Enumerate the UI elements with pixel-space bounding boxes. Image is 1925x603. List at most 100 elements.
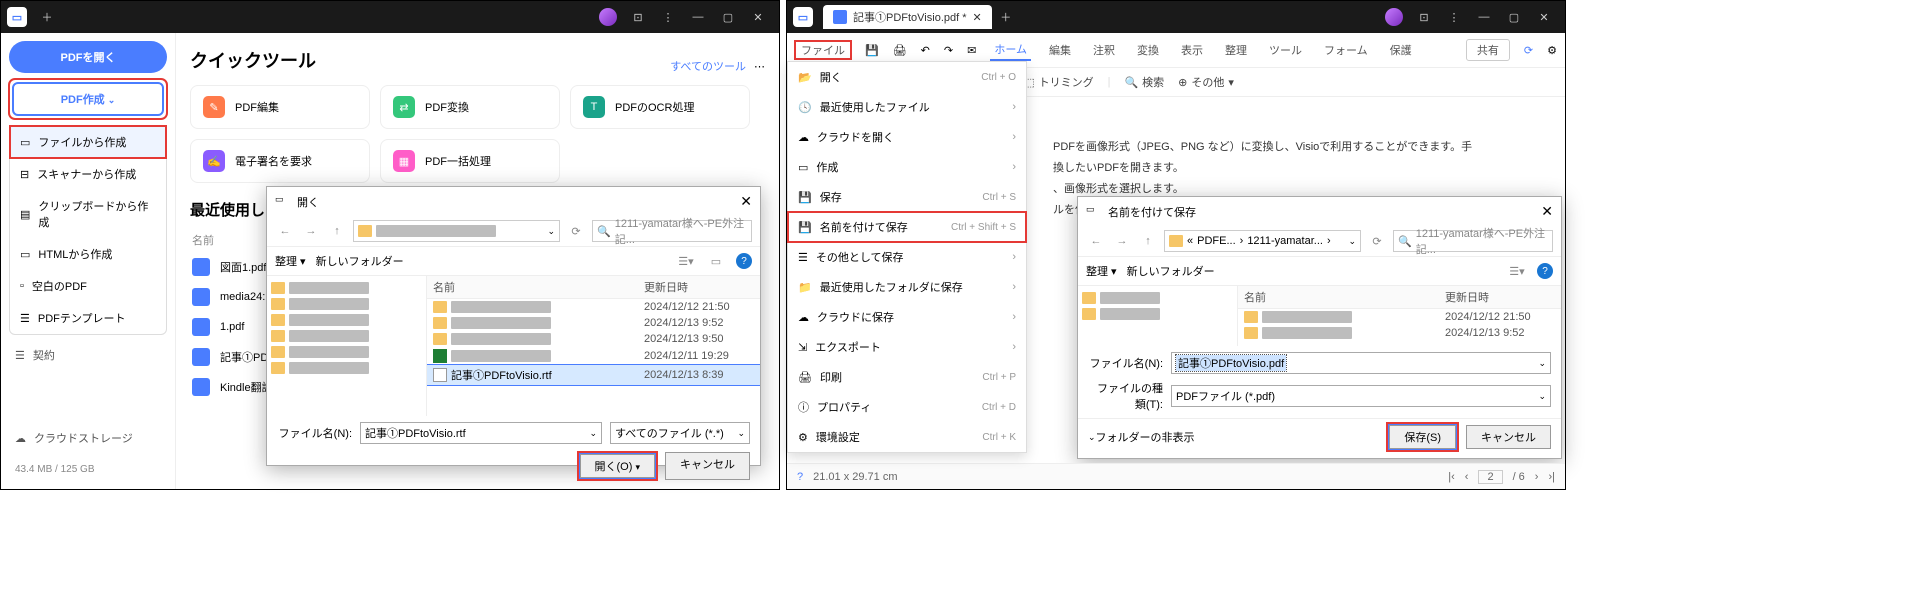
close-icon[interactable]: ✕ [740,193,752,210]
submenu-from-scanner[interactable]: ⊟スキャナーから作成 [10,158,166,190]
ribbon-other[interactable]: ⊕その他▾ [1178,74,1234,90]
save-icon[interactable]: 💾 [865,44,879,57]
page-input[interactable]: 2 [1478,470,1502,484]
cancel-button[interactable]: キャンセル [1466,425,1551,449]
file-row[interactable]: 2024/12/12 21:50 [1238,309,1561,325]
document-tab[interactable]: 記事①PDFtoVisio.pdf * ✕ [823,5,992,29]
submenu-from-clipboard[interactable]: ▤クリップボードから作成 [10,190,166,238]
menu-tool[interactable]: ツール [1265,40,1306,60]
filter-select[interactable]: すべてのファイル (*.*)⌄ [610,422,750,444]
filemenu-print[interactable]: 🖨印刷Ctrl + P [788,362,1026,392]
prev-page-button[interactable]: ‹ [1465,471,1469,483]
ribbon-trim[interactable]: ⬚トリミング [1024,74,1093,90]
minimize-button[interactable]: — [1469,3,1499,31]
close-button[interactable]: ✕ [1529,3,1559,31]
menu-annotate[interactable]: 注釈 [1089,40,1119,60]
organize-menu[interactable]: 整理 ▾ [1086,263,1117,279]
avatar[interactable] [593,3,623,31]
feedback-icon[interactable]: ⊡ [1409,3,1439,31]
up-button[interactable]: ↑ [327,221,347,241]
submenu-from-html[interactable]: ▭HTMLから作成 [10,238,166,270]
minimize-button[interactable]: — [683,3,713,31]
refresh-button[interactable]: ⟳ [1367,231,1387,251]
tool-sign[interactable]: ✍電子署名を要求 [190,139,370,183]
back-button[interactable]: ← [1086,231,1106,251]
new-folder-button[interactable]: 新しいフォルダー [1127,263,1215,279]
new-tab-button[interactable]: ＋ [992,3,1020,31]
menu-file[interactable]: ファイル [797,43,849,59]
file-row[interactable]: 記事①PDFtoVisio.rtf2024/12/13 8:39 [427,365,760,385]
last-page-button[interactable]: ›| [1548,471,1555,483]
forward-button[interactable]: → [301,221,321,241]
undo-icon[interactable]: ↶ [921,44,930,57]
forward-button[interactable]: → [1112,231,1132,251]
folder-tree[interactable] [267,276,427,416]
filemenu-export[interactable]: ⇲エクスポート› [788,332,1026,362]
sidebar-contract[interactable]: ☰契約 [9,341,167,369]
more-icon[interactable]: ⋮ [653,3,683,31]
redo-icon[interactable]: ↷ [944,44,953,57]
close-button[interactable]: ✕ [743,3,773,31]
share-button[interactable]: 共有 [1466,39,1510,61]
col-date[interactable]: 更新日時 [644,279,754,295]
up-button[interactable]: ↑ [1138,231,1158,251]
file-row[interactable]: 2024/12/13 9:50 [427,331,760,347]
more-icon[interactable]: ⋯ [754,60,765,73]
organize-menu[interactable]: 整理 ▾ [275,253,306,269]
path-input[interactable]: ⌄ [353,220,560,242]
first-page-button[interactable]: |‹ [1448,471,1455,483]
new-folder-button[interactable]: 新しいフォルダー [316,253,404,269]
submenu-blank[interactable]: ▫空白のPDF [10,270,166,302]
filemenu-saveother[interactable]: ☰その他として保存› [788,242,1026,272]
cancel-button[interactable]: キャンセル [665,452,750,480]
mail-icon[interactable]: ✉ [967,44,976,57]
all-tools-link[interactable]: すべてのツール [670,58,746,74]
new-tab-button[interactable]: ＋ [33,3,61,31]
filemenu-cloud-open[interactable]: ☁クラウドを開く› [788,122,1026,152]
tool-batch[interactable]: ▦PDF一括処理 [380,139,560,183]
filemenu-save[interactable]: 💾保存Ctrl + S [788,182,1026,212]
filemenu-recentfolder[interactable]: 📁最近使用したフォルダに保存› [788,272,1026,302]
filename-input[interactable]: 記事①PDFtoVisio.pdf⌄ [1171,352,1551,374]
close-tab-icon[interactable]: ✕ [973,11,982,24]
menu-organize[interactable]: 整理 [1221,40,1251,60]
print-icon[interactable]: 🖨 [893,44,907,57]
save-button[interactable]: 保存(S) [1389,425,1456,449]
hide-folders-link[interactable]: フォルダーの非表示 [1096,429,1195,445]
help-icon[interactable]: ? [1537,263,1553,279]
chevron-down-icon[interactable]: ⌄ [1088,432,1096,443]
help-icon[interactable]: ? [797,471,803,483]
submenu-template[interactable]: ☰PDFテンプレート [10,302,166,334]
help-icon[interactable]: ? [736,253,752,269]
col-date[interactable]: 更新日時 [1445,289,1555,305]
filemenu-cloudsave[interactable]: ☁クラウドに保存› [788,302,1026,332]
refresh-button[interactable]: ⟳ [566,221,586,241]
search-input[interactable]: 🔍1211-yamatar様へ-PE外注記... [1393,230,1553,252]
file-row[interactable]: 2024/12/13 9:52 [1238,325,1561,341]
submenu-from-file[interactable]: ▭ファイルから作成 [10,126,166,158]
open-pdf-button[interactable]: PDFを開く [9,41,167,73]
tool-edit[interactable]: ✎PDF編集 [190,85,370,129]
file-row[interactable]: 2024/12/11 19:29 [427,347,760,365]
path-input[interactable]: « PDFE... › 1211-yamatar... › ⌄ [1164,230,1361,252]
filemenu-recent[interactable]: 🕓最近使用したファイル› [788,92,1026,122]
col-name[interactable]: 名前 [1244,289,1445,305]
search-input[interactable]: 🔍1211-yamatar様へ-PE外注記... [592,220,752,242]
cloud-icon[interactable]: ⟳ [1524,44,1533,57]
filetype-select[interactable]: PDFファイル (*.pdf)⌄ [1171,385,1551,407]
maximize-button[interactable]: ▢ [1499,3,1529,31]
avatar[interactable] [1379,3,1409,31]
more-icon[interactable]: ⋮ [1439,3,1469,31]
menu-home[interactable]: ホーム [990,39,1031,61]
menu-convert[interactable]: 変換 [1133,40,1163,60]
tool-convert[interactable]: ⇄PDF変換 [380,85,560,129]
menu-edit[interactable]: 編集 [1045,40,1075,60]
col-name[interactable]: 名前 [433,279,644,295]
ribbon-search[interactable]: 🔍検索 [1124,74,1164,90]
menu-view[interactable]: 表示 [1177,40,1207,60]
filemenu-open[interactable]: 📂開くCtrl + O [788,62,1026,92]
gear-icon[interactable]: ⚙ [1547,44,1557,57]
filemenu-create[interactable]: ▭作成› [788,152,1026,182]
view-list-icon[interactable]: ☰▾ [1507,261,1527,281]
folder-tree[interactable] [1078,286,1238,346]
